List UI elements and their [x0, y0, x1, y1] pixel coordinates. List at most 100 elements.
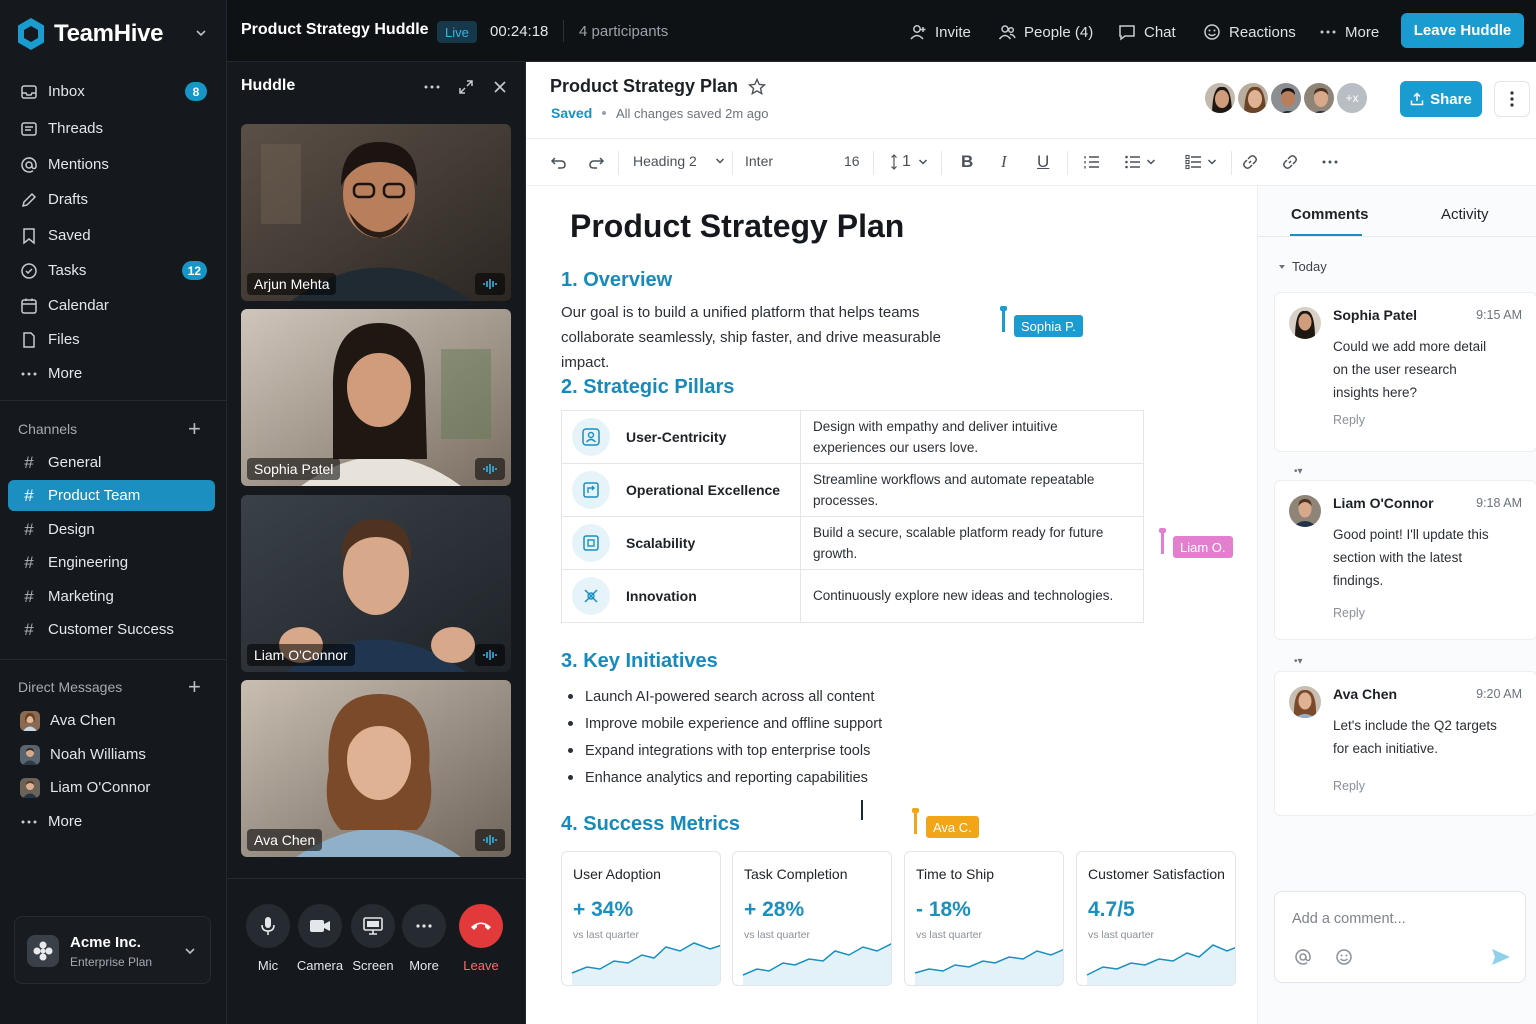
channel-engineering[interactable]: # Engineering	[8, 547, 215, 578]
chat-button[interactable]: Chat	[1118, 20, 1176, 44]
link-alt-icon[interactable]	[1281, 153, 1299, 171]
dm-more[interactable]: More	[8, 806, 215, 837]
reply-link[interactable]: Reply	[1333, 413, 1365, 427]
add-channel-icon[interactable]: +	[188, 418, 201, 440]
leave-huddle-button[interactable]: Leave Huddle	[1401, 13, 1524, 48]
overview-paragraph: Our goal is to build a unified platform …	[561, 304, 941, 371]
collaborator-cursor-label: Liam O.	[1173, 536, 1233, 558]
leave-call-button[interactable]: Leave	[451, 904, 511, 973]
reactions-button[interactable]: Reactions	[1203, 20, 1296, 44]
send-icon[interactable]	[1491, 948, 1511, 966]
line-height-select[interactable]: 1	[890, 153, 928, 171]
sidebar-item-drafts[interactable]: Drafts	[8, 184, 215, 215]
chevron-down-icon	[185, 948, 195, 955]
emoji-icon[interactable]	[1335, 948, 1353, 966]
group-header[interactable]: Today	[1278, 259, 1327, 274]
editor-toolbar: Heading 2 Inter 16 1 B I U	[526, 138, 1536, 186]
link-icon[interactable]	[1241, 153, 1259, 171]
undo-icon[interactable]	[550, 153, 568, 171]
sidebar-item-saved[interactable]: Saved	[8, 220, 215, 251]
font-size-select[interactable]: 16	[844, 153, 860, 169]
document-title[interactable]: Product Strategy Plan	[550, 76, 738, 97]
comment-input[interactable]: Add a comment...	[1292, 911, 1406, 927]
dm-liam-oconnor[interactable]: Liam O'Connor	[8, 772, 215, 803]
channel-product-team[interactable]: # Product Team	[8, 480, 215, 511]
comment-author: Ava Chen	[1333, 686, 1398, 702]
sparkline	[1086, 944, 1235, 985]
video-tile[interactable]: Ava Chen	[241, 680, 511, 857]
bold-button[interactable]: B	[961, 152, 973, 172]
participant-name: Arjun Mehta	[247, 273, 337, 295]
ellipsis-icon[interactable]	[423, 78, 441, 96]
ellipsis-icon[interactable]	[1321, 153, 1339, 171]
indent-list-select[interactable]	[1185, 153, 1217, 171]
close-icon[interactable]	[491, 78, 509, 96]
video-tile[interactable]: Arjun Mehta	[241, 124, 511, 301]
sidebar-item-files[interactable]: Files	[8, 324, 215, 355]
numbered-list-icon[interactable]	[1083, 153, 1101, 171]
more-controls-button[interactable]: More	[394, 904, 454, 973]
add-dm-icon[interactable]: +	[188, 676, 201, 698]
sparkline	[742, 943, 891, 985]
more-button[interactable]: More	[1319, 20, 1379, 44]
video-tile[interactable]: Sophia Patel	[241, 309, 511, 486]
metric-card: User Adoption + 34% vs last quarter	[561, 851, 721, 986]
more-collaborators[interactable]: +x	[1335, 81, 1369, 115]
reply-link[interactable]: Reply	[1333, 779, 1365, 793]
underline-button[interactable]: U	[1037, 152, 1049, 172]
mic-button[interactable]: Mic	[238, 904, 298, 973]
sidebar-item-inbox[interactable]: Inbox 8	[8, 76, 215, 107]
sidebar-item-more[interactable]: More	[8, 358, 215, 389]
mention-icon[interactable]	[1294, 948, 1312, 966]
org-switcher[interactable]: Acme Inc. Enterprise Plan	[14, 916, 211, 984]
app-name: TeamHive	[54, 20, 164, 47]
channel-customer-success[interactable]: # Customer Success	[8, 614, 215, 645]
editor-body[interactable]: Product Strategy Plan 1. Overview Our go…	[526, 186, 1257, 1024]
collaborator-cursor	[1000, 306, 1007, 332]
tab-comments[interactable]: Comments	[1291, 206, 1369, 223]
workspace-switcher[interactable]: TeamHive	[16, 16, 216, 52]
sidebar-item-calendar[interactable]: Calendar	[8, 290, 215, 321]
text-style-select[interactable]: Heading 2	[633, 153, 725, 169]
reply-link[interactable]: Reply	[1333, 606, 1365, 620]
line-height-icon	[891, 154, 897, 170]
sidebar-item-mentions[interactable]: Mentions	[8, 149, 215, 180]
comment-card: Liam O'Connor 9:18 AM Good point! I'll u…	[1274, 480, 1536, 640]
share-button[interactable]: Share	[1400, 81, 1482, 117]
expand-icon[interactable]	[457, 78, 475, 96]
channel-marketing[interactable]: # Marketing	[8, 581, 215, 612]
scale-icon	[572, 524, 610, 562]
invite-button[interactable]: Invite	[909, 20, 971, 44]
hash-icon: #	[24, 586, 34, 606]
document-menu-button[interactable]	[1494, 81, 1530, 117]
emoji-icon	[1204, 24, 1220, 40]
avatar	[1289, 686, 1321, 718]
bullet-list-select[interactable]	[1124, 153, 1156, 171]
sparkline	[571, 942, 720, 985]
user-focus-icon	[572, 418, 610, 456]
star-icon[interactable]	[748, 77, 767, 96]
add-comment-box[interactable]: Add a comment...	[1274, 891, 1526, 983]
video-tile[interactable]: Liam O'Connor	[241, 495, 511, 672]
collaborator-avatars[interactable]: +x	[1203, 81, 1369, 115]
dm-label: More	[48, 813, 83, 830]
huddle-panel-title: Huddle	[241, 77, 296, 94]
sidebar-item-tasks[interactable]: Tasks 12	[8, 255, 215, 286]
thread-connector-icon: •▾	[1294, 466, 1303, 477]
tab-activity[interactable]: Activity	[1441, 206, 1489, 223]
italic-button[interactable]: I	[1001, 152, 1007, 172]
dm-noah-williams[interactable]: Noah Williams	[8, 739, 215, 770]
channel-general[interactable]: # General	[8, 447, 215, 478]
channel-design[interactable]: # Design	[8, 514, 215, 545]
people-button[interactable]: People (4)	[998, 20, 1093, 44]
left-sidebar: TeamHive Inbox 8 Threads Mentions Drafts…	[0, 0, 227, 1024]
participant-name: Sophia Patel	[247, 458, 341, 480]
redo-icon[interactable]	[587, 153, 605, 171]
sidebar-item-label: Inbox	[48, 83, 85, 100]
camera-button[interactable]: Camera	[290, 904, 350, 973]
sidebar-item-threads[interactable]: Threads	[8, 113, 215, 144]
font-select[interactable]: Inter	[745, 153, 773, 169]
chevron-down-icon	[1207, 159, 1217, 165]
sidebar-item-label: Calendar	[48, 297, 109, 314]
dm-ava-chen[interactable]: Ava Chen	[8, 705, 215, 736]
